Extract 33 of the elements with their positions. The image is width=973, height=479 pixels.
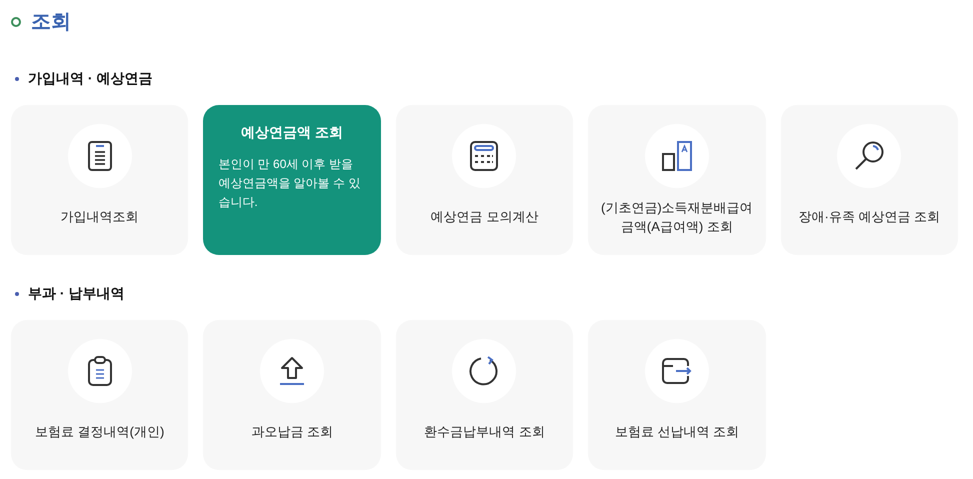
refresh-icon	[469, 356, 500, 386]
card-title: 예상연금액 조회	[240, 123, 344, 142]
menu-card[interactable]: (기초연금)소득재분배급여 금액(A급여액) 조회	[588, 105, 766, 255]
wallet-icon	[662, 358, 692, 384]
menu-card[interactable]: 보험료 선납내역 조회	[588, 320, 766, 470]
card-label: 환수금납부내역 조회	[423, 423, 546, 441]
menu-card[interactable]: 가입내역조회	[11, 105, 188, 255]
card-label: 예상연금 모의계산	[430, 208, 540, 226]
bullet-icon	[15, 292, 19, 296]
section-title: 가입내역 · 예상연금	[28, 69, 152, 88]
menu-card[interactable]: 환수금납부내역 조회	[396, 320, 574, 470]
menu-card[interactable]: 과오납금 조회	[203, 320, 381, 470]
bullet-icon	[15, 76, 19, 80]
document-icon	[88, 141, 112, 171]
card-label: 보험료 선납내역 조회	[614, 423, 740, 441]
search-icon	[854, 141, 884, 171]
two-rectangles-icon	[662, 141, 692, 171]
calculator-icon	[470, 141, 498, 171]
card-label: 장애·유족 예상연금 조회	[798, 208, 942, 226]
card-label: 가입내역조회	[60, 208, 140, 226]
card-label: 과오납금 조회	[250, 423, 334, 441]
section-title: 부과 · 납부내역	[28, 284, 124, 303]
menu-card[interactable]: 장애·유족 예상연금 조회	[780, 105, 958, 255]
page-title: 조회	[31, 10, 71, 35]
title-bullet-icon	[11, 17, 21, 27]
menu-card[interactable]: 예상연금 모의계산	[396, 105, 574, 255]
upload-arrow-icon	[279, 356, 306, 386]
card-label: 보험료 결정내역(개인)	[34, 423, 166, 441]
menu-card[interactable]: 예상연금액 조회 본인이 만 60세 이후 받을 예상연금액을 알아볼 수 있습니다.	[203, 105, 381, 255]
card-label: (기초연금)소득재분배급여 금액(A급여액) 조회	[600, 198, 754, 236]
clipboard-icon	[88, 356, 112, 386]
menu-card[interactable]: 보험료 결정내역(개인)	[11, 320, 188, 470]
card-description: 본인이 만 60세 이후 받을 예상연금액을 알아볼 수 있습니다.	[218, 156, 362, 211]
